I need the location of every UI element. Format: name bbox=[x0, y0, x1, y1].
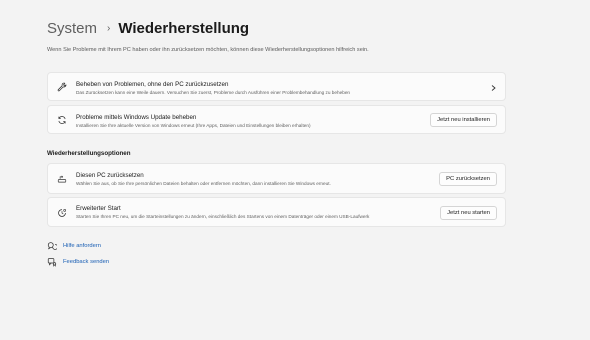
advanced-start-title: Erweiterter Start bbox=[76, 205, 121, 212]
feedback-link-label[interactable]: Feedback senden bbox=[63, 259, 109, 265]
refresh-icon bbox=[57, 115, 67, 125]
feedback-link[interactable]: Feedback senden bbox=[47, 257, 109, 267]
intro-text: Wenn Sie Probleme mit Ihrem PC haben ode… bbox=[47, 47, 369, 53]
help-chat-icon bbox=[47, 242, 57, 250]
reset-pc-button[interactable]: PC zurücksetzen bbox=[439, 172, 497, 186]
troubleshoot-description: Das Zurücksetzen kann eine Weile dauern.… bbox=[76, 90, 351, 95]
windows-update-description: Installieren Sie Ihre aktuelle Version v… bbox=[76, 123, 311, 128]
page-title: Wiederherstellung bbox=[118, 20, 250, 37]
breadcrumb: System › Wiederherstellung bbox=[47, 20, 249, 37]
wrench-icon bbox=[57, 82, 67, 92]
troubleshoot-title: Beheben von Problemen, ohne den PC zurüc… bbox=[76, 81, 229, 88]
feedback-icon bbox=[47, 258, 57, 267]
chevron-right-icon bbox=[491, 85, 496, 91]
reset-pc-title: Diesen PC zurücksetzen bbox=[76, 172, 144, 179]
breadcrumb-system[interactable]: System bbox=[47, 20, 97, 37]
reset-pc-description: Wählen Sie aus, ob Sie Ihre persönlichen… bbox=[76, 181, 331, 186]
reinstall-now-button[interactable]: Jetzt neu installieren bbox=[430, 113, 497, 127]
advanced-startup-icon bbox=[57, 208, 67, 218]
recovery-options-heading: Wiederherstellungsoptionen bbox=[47, 150, 131, 157]
troubleshoot-card[interactable]: Beheben von Problemen, ohne den PC zurüc… bbox=[47, 72, 506, 101]
reset-pc-icon bbox=[57, 174, 67, 184]
advanced-start-description: Starten Sie Ihren PC neu, um die Startei… bbox=[76, 214, 370, 219]
windows-update-title: Probleme mittels Windows Update beheben bbox=[76, 114, 197, 121]
windows-update-card: Probleme mittels Windows Update beheben … bbox=[47, 105, 506, 134]
breadcrumb-separator-icon: › bbox=[107, 23, 111, 34]
help-link[interactable]: Hilfe anfordern bbox=[47, 241, 101, 251]
help-link-label[interactable]: Hilfe anfordern bbox=[63, 243, 101, 249]
restart-now-button[interactable]: Jetzt neu starten bbox=[440, 206, 497, 220]
advanced-start-card: Erweiterter Start Starten Sie Ihren PC n… bbox=[47, 197, 506, 227]
reset-pc-card: Diesen PC zurücksetzen Wählen Sie aus, o… bbox=[47, 163, 506, 194]
